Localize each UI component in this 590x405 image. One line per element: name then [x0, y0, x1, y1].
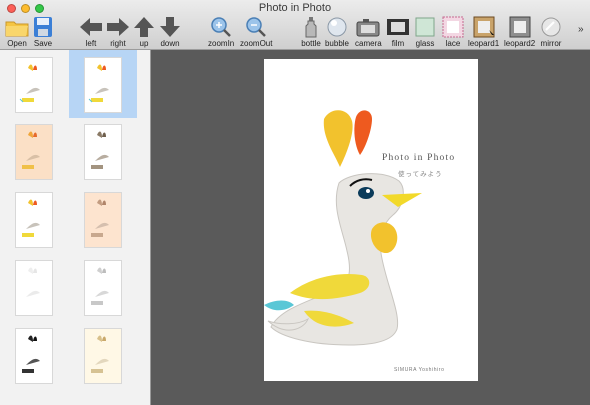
glass-frame-button[interactable]: glass — [412, 16, 438, 48]
thumbnail-3[interactable] — [16, 125, 52, 179]
left-button[interactable]: left — [78, 16, 104, 48]
camera-frame-button[interactable]: camera — [355, 16, 382, 48]
toolbar: Photo in Photo Open Save left right up d… — [0, 0, 590, 50]
preview-canvas: Photo in Photo 使ってみよう SIMURA Yoshihiro — [151, 50, 590, 405]
bird-illustration — [264, 110, 422, 346]
down-button[interactable]: down — [157, 16, 183, 48]
thumbnail-8[interactable] — [85, 261, 121, 315]
thumbnail-sidebar[interactable] — [0, 50, 151, 405]
film-frame-button[interactable]: film — [385, 16, 411, 48]
app-window: Photo in Photo Open Save left right up d… — [0, 0, 590, 405]
zoom-out-button[interactable]: zoomOut — [240, 16, 272, 48]
poster-thumbnail-image — [91, 267, 109, 305]
save-button[interactable]: Save — [30, 16, 56, 48]
glass-icon — [415, 17, 435, 37]
poster-author: SIMURA Yoshihiro — [394, 367, 445, 373]
lace-icon — [442, 16, 464, 38]
bubble-frame-button[interactable]: bubble — [324, 16, 350, 48]
leopard-icon — [473, 16, 495, 38]
thumbnail-10[interactable] — [85, 329, 121, 383]
poster-thumbnail-image — [91, 335, 109, 373]
folder-icon — [5, 21, 29, 37]
poster-thumbnail-image — [19, 64, 40, 103]
camera-icon — [356, 19, 380, 37]
floppy-disk-icon — [34, 17, 52, 37]
poster-thumbnail-image — [88, 64, 109, 103]
mirror-frame-button[interactable]: mirror — [538, 16, 564, 48]
bubble-icon — [327, 17, 347, 37]
arrow-left-icon — [80, 18, 102, 36]
leopard1-frame-button[interactable]: leopard1 — [468, 16, 499, 48]
poster-thumbnail-image — [22, 131, 40, 169]
arrow-down-icon — [160, 17, 180, 37]
up-button[interactable]: up — [131, 16, 157, 48]
window-title: Photo in Photo — [258, 2, 332, 14]
poster-page: Photo in Photo 使ってみよう SIMURA Yoshihiro — [264, 59, 478, 381]
poster-thumbnail-image — [91, 199, 109, 237]
leopard-icon — [509, 16, 531, 38]
arrow-up-icon — [134, 17, 154, 37]
thumbnail-2[interactable] — [85, 58, 121, 112]
zoom-out-icon — [246, 17, 267, 37]
film-icon — [387, 19, 409, 35]
poster-title: Photo in Photo — [382, 153, 456, 163]
poster-thumbnail-image — [91, 131, 109, 169]
open-button[interactable]: Open — [4, 16, 30, 48]
poster-thumbnail-image — [26, 267, 40, 297]
thumbnail-6[interactable] — [85, 193, 121, 247]
thumbnail-5[interactable] — [16, 193, 52, 247]
right-button[interactable]: right — [105, 16, 131, 48]
zoom-in-icon — [211, 17, 231, 37]
thumbnail-7[interactable] — [16, 261, 52, 315]
toolbar-overflow-button[interactable]: » — [578, 24, 584, 35]
thumbnail-1[interactable] — [16, 58, 52, 112]
poster-subtitle: 使ってみよう — [398, 171, 443, 178]
poster-thumbnail-image — [22, 335, 40, 373]
poster-thumbnail-image — [22, 199, 40, 237]
bottle-icon — [305, 17, 317, 38]
lace-frame-button[interactable]: lace — [440, 16, 466, 48]
thumbnail-9[interactable] — [16, 329, 52, 383]
mirror-icon — [541, 17, 561, 37]
bottle-frame-button[interactable]: bottle — [298, 16, 324, 48]
leopard2-frame-button[interactable]: leopard2 — [504, 16, 535, 48]
thumbnail-4[interactable] — [85, 125, 121, 179]
zoom-in-button[interactable]: zoomIn — [208, 16, 234, 48]
arrow-right-icon — [107, 18, 129, 36]
